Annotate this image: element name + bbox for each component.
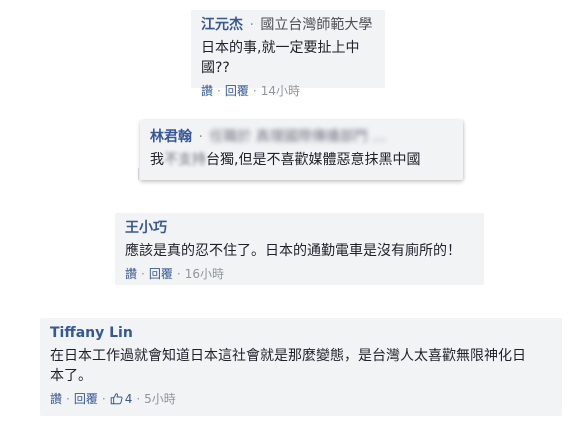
author-name[interactable]: 王小巧: [125, 220, 167, 236]
comment-actions: 讚 · 回覆 · 14小時: [201, 83, 375, 99]
comment-text: 應該是真的忍不住了。日本的通勤電車是沒有廁所的！: [125, 243, 461, 259]
separator-dot: ·: [136, 392, 141, 406]
comment-text-line: 在日本工作過就會知道日本這社會就是那麼變態，是台灣人太喜歡無限神化日: [50, 348, 526, 364]
separator-dot: ·: [252, 84, 257, 98]
comment-card: 林君翰 · 任職於 真理國際傳播部門 … 我不支持台獨,但是不喜歡媒體惡意抹黑中…: [140, 120, 463, 180]
like-link[interactable]: 讚: [125, 267, 137, 281]
separator-dot: ·: [249, 17, 254, 33]
comment-actions: 讚 · 回覆 · 16小時: [125, 266, 474, 282]
comment-text: 我不支持台獨,但是不喜歡媒體惡意抹黑中國: [150, 150, 453, 170]
like-count: 4: [124, 392, 133, 406]
comment-text-suffix: 台獨,但是不喜歡媒體惡意抹黑中國: [206, 152, 421, 168]
comment-card: Tiffany Lin 在日本工作過就會知道日本這社會就是那麼變態，是台灣人太喜…: [40, 318, 562, 416]
like-link[interactable]: 讚: [201, 84, 213, 98]
blurred-affiliation: 任職於 真理國際傳播部門 …: [209, 129, 387, 145]
author-affiliation[interactable]: 國立台灣師範大學: [260, 17, 372, 33]
comment-text: 日本的事,就一定要扯上中國??: [201, 40, 360, 76]
timestamp[interactable]: 16小時: [185, 267, 224, 281]
author-name[interactable]: 林君翰: [150, 129, 192, 145]
comment-header: 江元杰 · 國立台灣師範大學: [201, 16, 375, 34]
comment-header: 林君翰 · 任職於 真理國際傳播部門 …: [150, 128, 453, 146]
like-link[interactable]: 讚: [50, 392, 62, 406]
separator-dot: ·: [198, 129, 203, 145]
separator-dot: ·: [217, 84, 221, 98]
separator-dot: ·: [101, 392, 106, 406]
author-name[interactable]: Tiffany Lin: [50, 325, 133, 341]
timestamp[interactable]: 14小時: [261, 84, 300, 98]
reply-link[interactable]: 回覆: [149, 267, 173, 281]
separator-dot: ·: [66, 392, 70, 406]
reply-link[interactable]: 回覆: [225, 84, 249, 98]
comment-header: Tiffany Lin: [50, 324, 552, 342]
comment-actions: 讚 · 回覆 · 4 · 5小時: [50, 391, 552, 407]
author-name[interactable]: 江元杰: [201, 17, 243, 33]
thread-line: [138, 168, 139, 180]
comment-text-prefix: 我: [150, 152, 164, 168]
blurred-text: 不支持: [164, 152, 206, 168]
timestamp[interactable]: 5小時: [144, 392, 176, 406]
separator-dot: ·: [176, 267, 181, 281]
reply-link[interactable]: 回覆: [74, 392, 98, 406]
thumbs-up-icon[interactable]: [110, 392, 123, 406]
comment-card: 王小巧 應該是真的忍不住了。日本的通勤電車是沒有廁所的！ 讚 · 回覆 · 16小時: [115, 213, 484, 285]
comment-header: 王小巧: [125, 219, 474, 237]
comment-text: 在日本工作過就會知道日本這社會就是那麼變態，是台灣人太喜歡無限神化日 本了。: [50, 346, 552, 386]
comments-screenshot: 江元杰 · 國立台灣師範大學 日本的事,就一定要扯上中國?? 讚 · 回覆 · 14小時…: [0, 0, 580, 431]
separator-dot: ·: [141, 267, 145, 281]
comment-text-line: 本了。: [50, 368, 92, 384]
comment-card: 江元杰 · 國立台灣師範大學 日本的事,就一定要扯上中國?? 讚 · 回覆 · 14小時: [191, 10, 385, 98]
